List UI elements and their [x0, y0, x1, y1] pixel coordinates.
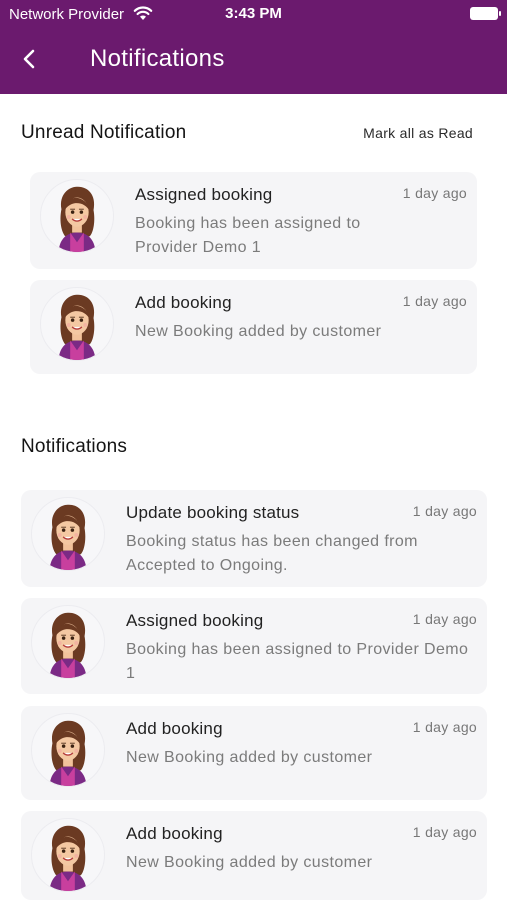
notification-body: New Booking added by customer — [135, 323, 382, 340]
battery-icon — [470, 7, 501, 20]
user-avatar — [31, 497, 105, 571]
notification-card[interactable]: Add booking 1 day ago New Booking added … — [30, 280, 477, 374]
status-bar: Network Provider 3:43 PM — [0, 0, 507, 28]
unread-heading: Unread Notification — [21, 122, 187, 143]
mark-all-read-button[interactable]: Mark all as Read — [363, 125, 473, 141]
notification-body: Booking has been assigned to Provider De… — [135, 215, 361, 256]
notification-title: Update booking status — [126, 503, 300, 522]
notification-card[interactable]: Add booking 1 day ago New Booking added … — [21, 811, 487, 900]
notification-time: 1 day ago — [412, 824, 477, 840]
notification-body: Booking has been assigned to Provider De… — [126, 641, 469, 682]
notification-time: 1 day ago — [402, 185, 467, 201]
notification-title: Add booking — [126, 719, 223, 738]
page-title: Notifications — [90, 45, 225, 72]
notification-time: 1 day ago — [412, 719, 477, 735]
app-header: Network Provider 3:43 PM Notifications — [0, 0, 507, 94]
notification-time: 1 day ago — [412, 611, 477, 627]
notification-card[interactable]: Assigned booking 1 day ago Booking has b… — [21, 598, 487, 694]
notification-title: Assigned booking — [135, 185, 273, 204]
notification-title: Add booking — [126, 824, 223, 843]
user-avatar — [31, 605, 105, 679]
user-avatar — [40, 287, 114, 361]
user-avatar — [31, 713, 105, 787]
notification-title: Assigned booking — [126, 611, 264, 630]
notification-body: New Booking added by customer — [126, 854, 373, 871]
notification-title: Add booking — [135, 293, 232, 312]
user-avatar — [40, 179, 114, 253]
notification-time: 1 day ago — [412, 503, 477, 519]
notification-card[interactable]: Update booking status 1 day ago Booking … — [21, 490, 487, 587]
chevron-left-icon[interactable] — [20, 47, 40, 71]
user-avatar — [31, 818, 105, 892]
notification-body: Booking status has been changed from Acc… — [126, 533, 418, 574]
notification-body: New Booking added by customer — [126, 749, 373, 766]
notifications-heading: Notifications — [21, 436, 128, 457]
notification-time: 1 day ago — [402, 293, 467, 309]
notification-card[interactable]: Assigned booking 1 day ago Booking has b… — [30, 172, 477, 269]
status-time: 3:43 PM — [225, 5, 282, 22]
notification-card[interactable]: Add booking 1 day ago New Booking added … — [21, 706, 487, 800]
